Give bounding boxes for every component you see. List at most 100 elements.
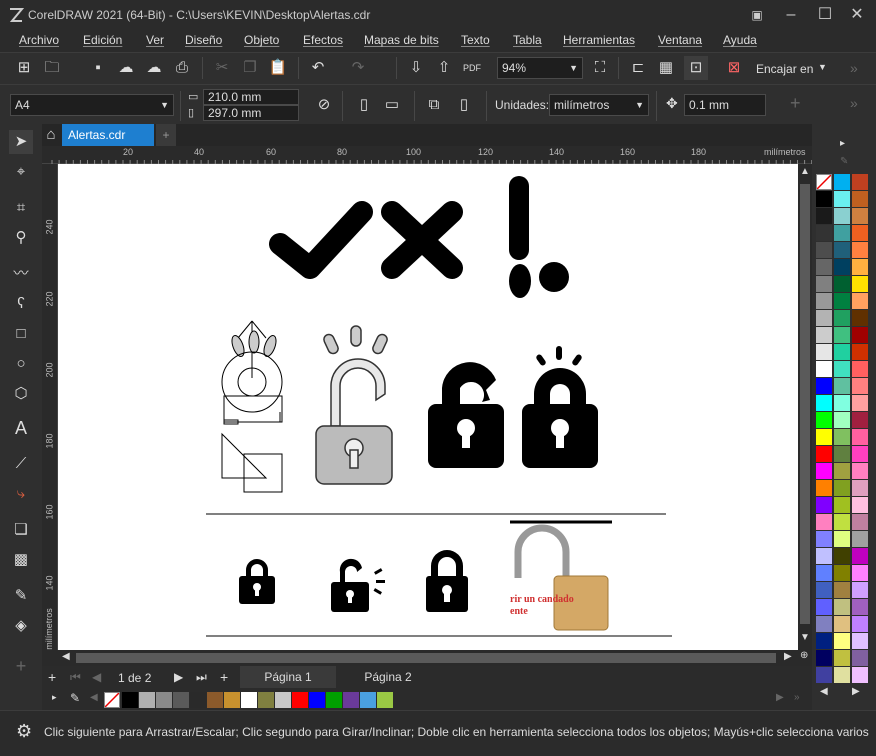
- eyedropper-icon[interactable]: ✎: [70, 691, 80, 705]
- color-swatch[interactable]: [816, 548, 832, 564]
- color-swatch[interactable]: [292, 692, 308, 708]
- color-swatch[interactable]: [816, 599, 832, 615]
- add-icon[interactable]: +: [790, 93, 801, 114]
- color-swatch[interactable]: [834, 565, 850, 581]
- menu-objeto[interactable]: Objeto: [244, 33, 279, 47]
- chevron-right-icon[interactable]: »: [850, 95, 858, 111]
- menu-edicion[interactable]: Edición: [83, 33, 122, 47]
- portrait-icon[interactable]: ▯: [352, 93, 376, 117]
- color-swatch[interactable]: [241, 692, 257, 708]
- rectangle-tool-icon[interactable]: □: [9, 322, 33, 346]
- maximize-button[interactable]: ☐: [810, 4, 840, 26]
- color-swatch[interactable]: [834, 327, 850, 343]
- no-fill-swatch[interactable]: [104, 692, 120, 708]
- tab-page-2[interactable]: Página 2: [340, 666, 436, 688]
- color-swatch[interactable]: [816, 378, 832, 394]
- artwork[interactable]: rir un candado ente: [58, 164, 798, 650]
- menu-archivo[interactable]: Archivo: [19, 33, 59, 47]
- color-swatch[interactable]: [834, 633, 850, 649]
- color-swatch[interactable]: [834, 650, 850, 666]
- color-swatch[interactable]: [852, 344, 868, 360]
- color-swatch[interactable]: [852, 259, 868, 275]
- color-swatch[interactable]: [834, 310, 850, 326]
- color-swatch[interactable]: [173, 692, 189, 708]
- color-swatch[interactable]: [834, 259, 850, 275]
- add-page-after-icon[interactable]: +: [220, 669, 228, 685]
- color-swatch[interactable]: [834, 361, 850, 377]
- color-swatch[interactable]: [834, 480, 850, 496]
- menu-herramientas[interactable]: Herramientas: [563, 33, 635, 47]
- color-swatch[interactable]: [852, 225, 868, 241]
- color-swatch[interactable]: [834, 208, 850, 224]
- scroll-left-icon[interactable]: ◀: [62, 651, 70, 662]
- artistic-media-icon[interactable]: ʕ: [9, 292, 33, 316]
- color-swatch[interactable]: [834, 344, 850, 360]
- color-swatch[interactable]: [360, 692, 376, 708]
- color-swatch[interactable]: [852, 446, 868, 462]
- color-swatch[interactable]: [139, 692, 155, 708]
- pick-tool-icon[interactable]: ➤: [9, 130, 33, 154]
- scroll-right-icon[interactable]: ▶: [776, 692, 784, 703]
- settings-gear-icon[interactable]: ⚙: [16, 721, 32, 742]
- color-swatch[interactable]: [816, 667, 832, 683]
- color-swatch[interactable]: [834, 514, 850, 530]
- cut-icon[interactable]: ✂: [210, 56, 234, 80]
- minimize-button[interactable]: –: [776, 4, 806, 26]
- horizontal-scrollbar[interactable]: ◀ ▶ ⊕: [42, 650, 812, 666]
- color-swatch[interactable]: [834, 225, 850, 241]
- color-swatch[interactable]: [852, 293, 868, 309]
- menu-ayuda[interactable]: Ayuda: [723, 33, 757, 47]
- color-swatch[interactable]: [816, 650, 832, 666]
- tab-page-1[interactable]: Página 1: [240, 666, 336, 688]
- scroll-left-icon[interactable]: ◀: [90, 692, 98, 703]
- vertical-scrollbar[interactable]: ▲ ▼: [798, 164, 812, 650]
- color-swatch[interactable]: [816, 208, 832, 224]
- color-swatch[interactable]: [816, 276, 832, 292]
- color-swatch[interactable]: [852, 582, 868, 598]
- menu-texto[interactable]: Texto: [461, 33, 490, 47]
- color-swatch[interactable]: [326, 692, 342, 708]
- eyedropper-icon[interactable]: ✎: [9, 584, 33, 608]
- crop-tool-icon[interactable]: ⌗: [9, 196, 33, 220]
- color-swatch[interactable]: [852, 276, 868, 292]
- color-swatch[interactable]: [224, 692, 240, 708]
- color-swatch[interactable]: [834, 242, 850, 258]
- home-icon[interactable]: ⌂: [42, 124, 60, 146]
- color-swatch[interactable]: [834, 276, 850, 292]
- zoom-tool-icon[interactable]: ⚲: [9, 226, 33, 250]
- color-swatch[interactable]: [275, 692, 291, 708]
- color-swatch[interactable]: [852, 412, 868, 428]
- units-select[interactable]: milímetros ▼: [549, 94, 649, 116]
- color-swatch[interactable]: [852, 599, 868, 615]
- polygon-tool-icon[interactable]: ⬡: [9, 382, 33, 406]
- color-swatch[interactable]: [852, 242, 868, 258]
- close-button[interactable]: ✕: [842, 4, 872, 26]
- color-swatch[interactable]: [852, 463, 868, 479]
- add-page-icon[interactable]: +: [48, 669, 56, 685]
- menu-efectos[interactable]: Efectos: [303, 33, 343, 47]
- add-tab-button[interactable]: +: [156, 124, 176, 146]
- last-page-icon[interactable]: ⏭: [196, 670, 207, 685]
- color-swatch[interactable]: [834, 531, 850, 547]
- color-swatch[interactable]: [816, 429, 832, 445]
- color-swatch[interactable]: [816, 633, 832, 649]
- color-swatch[interactable]: [834, 548, 850, 564]
- palette-menu-icon[interactable]: ▸: [52, 692, 57, 703]
- color-swatch[interactable]: [190, 692, 206, 708]
- color-swatch[interactable]: [816, 412, 832, 428]
- color-swatch[interactable]: [834, 395, 850, 411]
- color-swatch[interactable]: [834, 378, 850, 394]
- show-rulers-icon[interactable]: ⊏: [626, 56, 650, 80]
- color-swatch[interactable]: [852, 548, 868, 564]
- color-swatch[interactable]: [816, 361, 832, 377]
- scroll-left-icon[interactable]: ◀: [820, 686, 828, 697]
- color-swatch[interactable]: [852, 361, 868, 377]
- color-swatch[interactable]: [834, 497, 850, 513]
- paper-size-select[interactable]: A4 ▼: [10, 94, 174, 116]
- text-tool-icon[interactable]: A: [9, 416, 33, 440]
- paste-icon[interactable]: 📋: [266, 56, 290, 80]
- menu-mapas-de-bits[interactable]: Mapas de bits: [364, 33, 439, 47]
- interactive-fill-icon[interactable]: ◈: [9, 614, 33, 638]
- dock-pin-icon[interactable]: ✎: [840, 156, 848, 167]
- color-swatch[interactable]: [816, 582, 832, 598]
